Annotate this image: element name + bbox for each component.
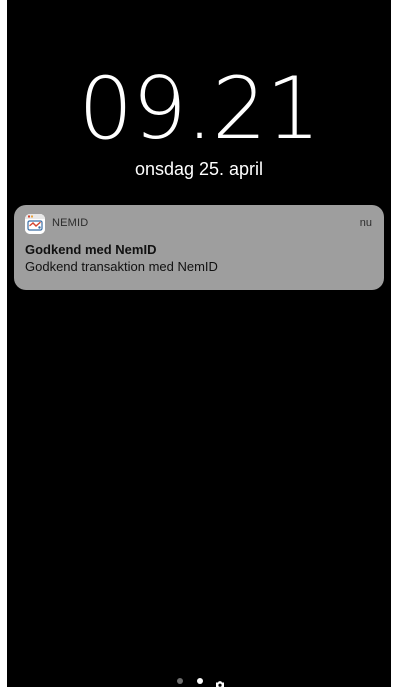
notification-body: Godkend transaktion med NemID (25, 259, 218, 274)
notification-header: NEMID nu (14, 205, 384, 241)
notification-card[interactable]: NEMID nu Godkend med NemID Godkend trans… (14, 205, 384, 290)
notification-time: nu (359, 217, 372, 229)
notification-title: Godkend med NemID (25, 242, 157, 257)
lock-screen: 09.21 onsdag 25. april NEMID nu Godkend … (7, 0, 391, 687)
camera-icon[interactable] (215, 676, 225, 687)
lockscreen-clock: 09.21 (78, 59, 320, 159)
page-dot[interactable] (177, 678, 183, 684)
page-dot-active[interactable] (197, 678, 203, 684)
lockscreen-date: onsdag 25. april (134, 159, 264, 179)
nemid-app-icon (25, 214, 45, 234)
notification-app-name: NEMID (52, 217, 89, 229)
page-indicator[interactable] (7, 673, 391, 687)
